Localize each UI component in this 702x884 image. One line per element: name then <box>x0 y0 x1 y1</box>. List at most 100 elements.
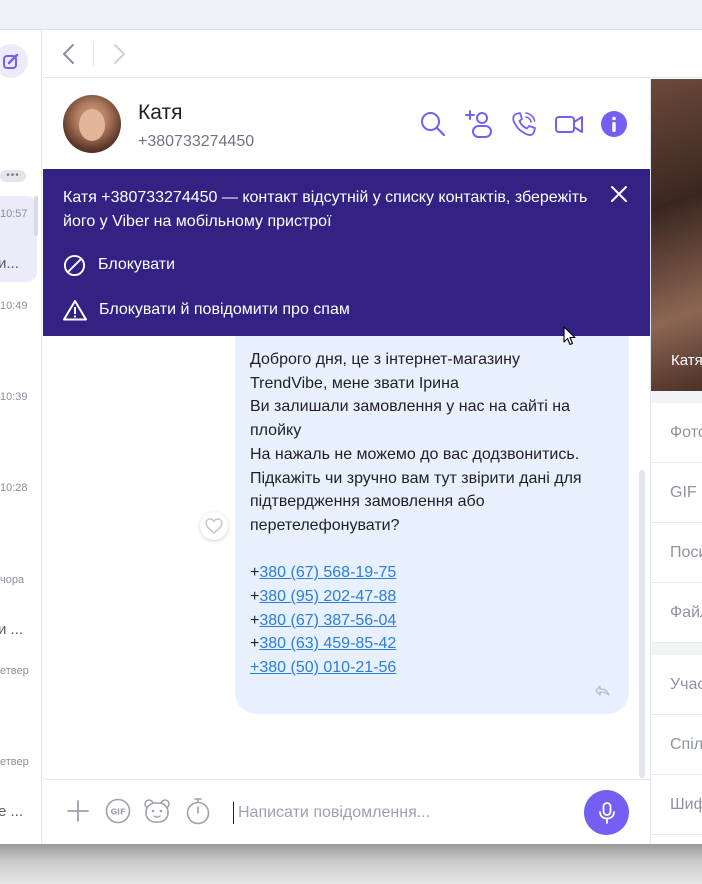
banner-close-button[interactable] <box>609 184 629 204</box>
photo-caption: Катя <box>671 352 702 369</box>
block-report-label: Блокувати й повідомити про спам <box>99 301 350 318</box>
phone-link[interactable]: 380 (67) 387-56-04 <box>259 612 396 629</box>
message-text: Доброго дня, це з інтернет-магазину Tren… <box>250 348 620 680</box>
phone-line: +380 (95) 202-47-88 <box>250 585 620 609</box>
message-composer: GIF <box>43 779 650 844</box>
message-line: Ви залишали замовлення у нас на сайті на <box>250 398 570 416</box>
forward-button[interactable] <box>109 42 129 66</box>
panel-divider <box>651 391 702 403</box>
compose-button[interactable] <box>0 44 28 78</box>
window-top-bar <box>0 0 702 30</box>
phone-link[interactable]: 380 (95) 202-47-88 <box>259 588 396 605</box>
unknown-contact-banner: Катя +380733274450 — контакт відсутній у… <box>43 169 650 336</box>
info-button[interactable] <box>599 109 629 139</box>
chat-list-scrollbar[interactable] <box>34 196 38 236</box>
add-person-icon <box>465 110 492 138</box>
text-caret <box>233 802 234 824</box>
phone-line: +380 (50) 010-21-56 <box>250 656 620 680</box>
chat-list: ••• 10:57 и... 10:49 10:39 10:28 чора и … <box>0 30 42 844</box>
warning-icon <box>63 300 87 321</box>
contact-photo[interactable]: Катя <box>651 79 702 391</box>
back-button[interactable] <box>59 42 79 66</box>
video-call-button[interactable] <box>554 109 584 139</box>
message-line: На нажаль не можемо до вас додзвонитись. <box>250 445 580 463</box>
gif-button[interactable]: GIF <box>104 797 132 825</box>
panel-item-encryption[interactable]: Шифр <box>651 775 702 835</box>
block-button[interactable]: Блокувати <box>63 252 175 278</box>
svg-text:GIF: GIF <box>110 808 125 817</box>
chat-list-time: етвер <box>0 665 29 677</box>
phone-line: +380 (63) 459-85-42 <box>250 632 620 656</box>
message-line: Доброго дня, це з інтернет-магазину <box>250 351 520 368</box>
search-button[interactable] <box>418 109 448 139</box>
gif-icon: GIF <box>105 798 131 824</box>
phone-line: +380 (67) 387-56-04 <box>250 609 620 633</box>
phone-icon <box>512 112 536 136</box>
contact-name[interactable]: Катя <box>138 101 182 125</box>
phone-link[interactable]: 380 (63) 459-85-42 <box>259 635 396 652</box>
avatar[interactable] <box>63 95 121 153</box>
chat-list-time: чора <box>0 574 25 586</box>
chevron-left-icon <box>63 44 74 64</box>
chat-list-preview: и... <box>0 255 19 272</box>
panel-divider <box>651 643 702 655</box>
chat-header: Катя +380733274450 <box>43 79 650 169</box>
compose-icon <box>3 53 19 69</box>
mouse-cursor-icon <box>563 326 576 346</box>
chat-list-time: 10:49 <box>0 300 28 312</box>
phone-prefix: + <box>250 611 260 629</box>
heart-icon <box>205 518 223 534</box>
banner-text: Катя +380733274450 — контакт відсутній у… <box>63 189 588 230</box>
panel-item-common[interactable]: Спіль <box>651 715 702 775</box>
message-line: перетелефонувати? <box>250 516 400 534</box>
chat-list-time: 10:57 <box>0 208 28 220</box>
message-input[interactable] <box>238 802 568 824</box>
phone-link[interactable]: +380 (50) 010-21-56 <box>250 659 396 676</box>
phone-line: +380 (67) 568-19-75 <box>250 561 620 585</box>
panel-item-gifs[interactable]: GIF <box>651 463 702 523</box>
messages-scrollbar[interactable] <box>639 470 645 778</box>
attach-button[interactable] <box>64 797 92 825</box>
panel-item-photos[interactable]: Фото <box>651 403 702 463</box>
phone-link[interactable]: 380 (67) 568-19-75 <box>259 564 396 581</box>
video-camera-icon <box>555 116 583 133</box>
voice-call-button[interactable] <box>509 109 539 139</box>
add-contact-button[interactable] <box>464 109 494 139</box>
window-shadow <box>0 844 702 884</box>
phone-prefix: + <box>250 588 260 606</box>
message-bubble[interactable]: Доброго дня, це з інтернет-магазину Tren… <box>235 336 629 714</box>
chevron-right-icon <box>114 44 125 64</box>
chat-list-time: етвер <box>0 756 29 768</box>
chat-list-time: 10:39 <box>0 391 28 403</box>
timer-button[interactable] <box>184 797 212 825</box>
info-icon <box>601 111 627 137</box>
message-line: підтвердження замовлення або <box>250 493 485 511</box>
contact-info-panel: Катя Фото GIF Посил Файли Учасн Спіль Ши… <box>650 79 702 844</box>
plus-icon <box>67 800 89 822</box>
messages-area: Доброго дня, це з інтернет-магазину Tren… <box>43 336 650 779</box>
message-line: плойку <box>250 422 302 440</box>
navigation-bar <box>43 30 702 78</box>
message-line: TrendVibe, мене звати Ірина <box>250 374 459 392</box>
nav-divider <box>93 42 94 66</box>
block-report-spam-button[interactable]: Блокувати й повідомити про спам <box>63 297 350 323</box>
timer-icon <box>186 798 210 825</box>
voice-message-button[interactable] <box>584 790 629 835</box>
block-icon <box>63 254 86 276</box>
more-options-icon[interactable]: ••• <box>0 170 26 182</box>
phone-prefix: + <box>250 635 260 653</box>
block-label: Блокувати <box>98 256 176 273</box>
search-icon <box>421 112 446 137</box>
bear-sticker-icon <box>144 799 170 823</box>
sticker-button[interactable] <box>143 797 171 825</box>
like-button[interactable] <box>200 512 228 540</box>
panel-item-members[interactable]: Учасн <box>651 655 702 715</box>
panel-item-files[interactable]: Файли <box>651 583 702 643</box>
contact-phone: +380733274450 <box>138 133 255 150</box>
reply-icon <box>595 685 610 696</box>
phone-prefix: + <box>250 564 260 582</box>
message-line <box>250 538 620 562</box>
chat-list-preview: е ... <box>0 803 24 820</box>
chat-list-time: 10:28 <box>0 482 28 494</box>
panel-item-links[interactable]: Посил <box>651 523 702 583</box>
